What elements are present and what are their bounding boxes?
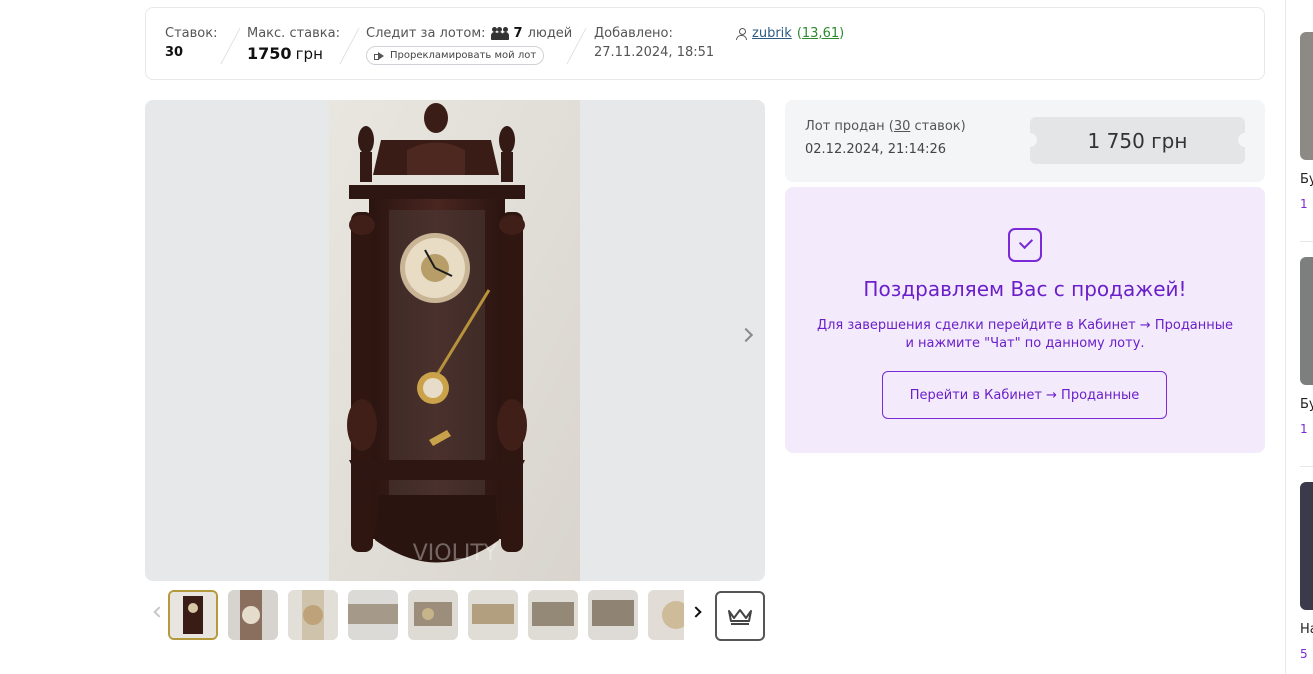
congrats-message: Для завершения сделки перейдите в Кабине… [785,317,1265,353]
chevron-left-icon [153,606,165,618]
lot-page: Ставок: 30 Макс. ставка: 1750 грн Следит… [0,0,1313,674]
sold-info-box: Лот продан (30 ставок) 02.12.2024, 21:14… [785,100,1265,182]
go-to-sold-button[interactable]: Перейти в Кабинет → Проданные [882,371,1167,419]
divider [1300,466,1313,467]
added-stat: Добавлено: 27.11.2024, 18:51 [594,26,714,60]
seller-info: zubrik (13,61) [736,26,844,41]
clock-image: VIOLITY [329,100,580,581]
seller-rating: (13,61) [796,26,845,41]
watchers-stat: Следит за лотом: 7 людей Прорекламироват… [366,26,572,65]
promote-lot-button[interactable]: Прорекламировать мой лот [366,46,545,65]
thumbnail[interactable] [648,590,684,640]
seller-name-link[interactable]: zubrik [752,26,792,41]
thumbnail-image [468,590,518,640]
related-lot-price: 1 [1300,422,1308,436]
checkbox-check-icon [1008,228,1042,262]
congrats-title: Поздравляем Вас с продажей! [863,277,1187,301]
chevron-right-icon [690,606,702,618]
main-photo[interactable]: VIOLITY [145,100,765,581]
sold-status-prefix: Лот продан ( [805,119,894,134]
congrats-panel: Поздравляем Вас с продажей! Для завершен… [785,187,1265,453]
bids-value: 30 [165,45,184,60]
chevron-right-icon [738,327,754,343]
bids-stat: Ставок: 30 [165,26,217,60]
related-lot-image [1300,32,1313,160]
thumbnail-strip [145,590,765,642]
related-lot-price: 5 [1300,647,1308,661]
thumbnail[interactable] [468,590,518,640]
user-icon [736,27,747,40]
related-lot-card[interactable]: Бу 1 [1300,32,1313,211]
divider [339,28,360,64]
thumbnail-image [648,590,684,640]
sold-date: 02.12.2024, 21:14:26 [805,142,947,157]
thumbnail-image [288,590,338,640]
related-lot-card[interactable]: На 5 [1300,482,1313,661]
watermark: VIOLITY [413,541,498,566]
divider [1300,241,1313,242]
max-bid-value: 1750 [247,44,292,63]
lot-stats-bar: Ставок: 30 Макс. ставка: 1750 грн Следит… [145,7,1265,80]
crown-button[interactable] [715,591,765,641]
thumbs-next-arrow[interactable] [690,606,704,622]
thumbnail[interactable] [588,590,638,640]
divider [220,28,241,64]
thumbnail-image [170,592,216,638]
crown-icon [728,609,752,625]
max-bid-unit: грн [295,45,323,63]
sold-status: Лот продан (30 ставок) 02.12.2024, 21:14… [805,119,966,157]
sold-bids-link[interactable]: 30 [894,119,911,134]
congrats-line-2: и нажмите "Чат" по данному лоту. [905,336,1145,351]
related-lot-image [1300,482,1313,610]
related-lot-price: 1 [1300,197,1308,211]
thumbs-prev-arrow[interactable] [152,606,165,622]
sidebar-divider [1285,0,1286,674]
watchers-count: 7 [513,26,523,41]
promote-lot-label: Прорекламировать мой лот [390,50,537,61]
watchers-unit: людей [527,26,573,41]
thumbnail[interactable] [348,590,398,640]
thumbnail-image [228,590,278,640]
thumbnail[interactable] [408,590,458,640]
related-lot-title: Бу [1300,397,1313,412]
bids-label: Ставок: [165,26,218,41]
congrats-line-1: Для завершения сделки перейдите в Кабине… [816,318,1234,333]
thumbnail[interactable] [288,590,338,640]
max-bid-label: Макс. ставка: [247,26,340,41]
thumbnail-image [408,590,458,640]
final-price: 1 750 грн [1023,117,1252,164]
sold-status-suffix: ставок) [910,119,966,134]
thumbnail[interactable] [168,590,218,640]
thumbnail-image [528,590,578,640]
thumbnail[interactable] [528,590,578,640]
people-icon [490,26,509,40]
max-bid-stat: Макс. ставка: 1750 грн [247,26,340,63]
added-date: 27.11.2024, 18:51 [594,45,715,60]
related-lot-card[interactable]: Бу 1 [1300,257,1313,436]
related-lot-title: На [1300,622,1313,637]
thumbnail-image [348,590,398,640]
watchers-label: Следит за лотом: [366,26,486,41]
pendulum-clock-picture: VIOLITY [329,100,580,581]
related-lot-title: Бу [1300,172,1313,187]
thumbnail-image [588,590,638,640]
seller-rating-link[interactable]: 13,61 [802,26,839,41]
related-lot-image [1300,257,1313,385]
next-photo-arrow[interactable] [738,327,755,352]
thumbnail[interactable] [228,590,278,640]
megaphone-icon [374,52,385,60]
added-label: Добавлено: [594,26,673,41]
